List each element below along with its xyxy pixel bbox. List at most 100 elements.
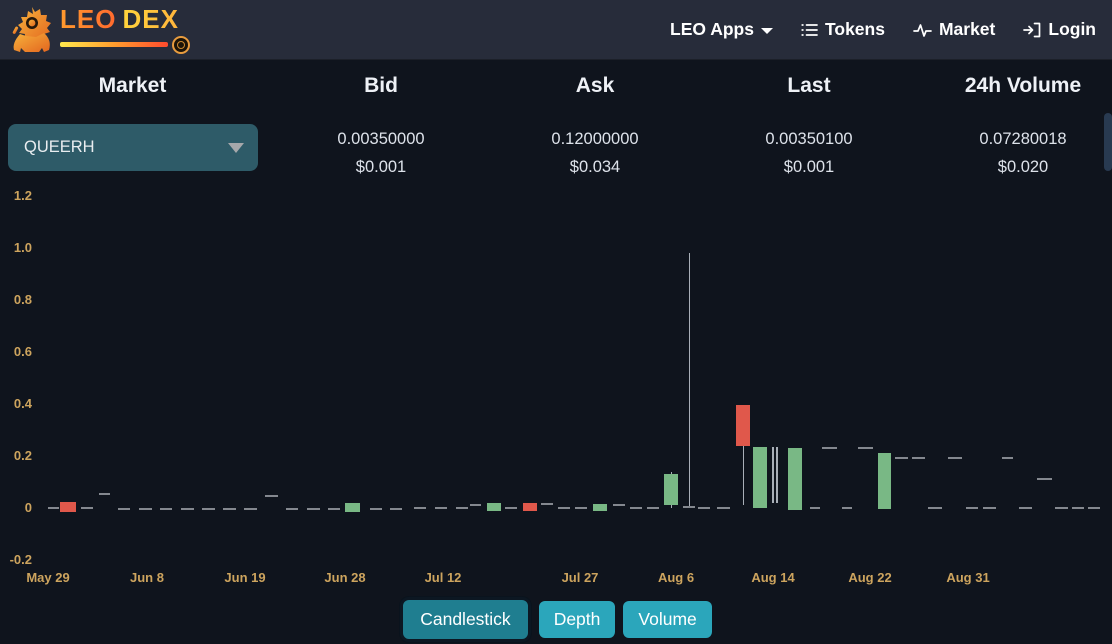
doji-candle: [928, 507, 942, 509]
depth-button[interactable]: Depth: [538, 601, 616, 638]
nav-tokens-label: Tokens: [824, 19, 885, 39]
leodex-app: LEO DEX LEO Apps Tokens Market Login Mar…: [0, 0, 1112, 644]
volume-button[interactable]: Volume: [623, 601, 712, 638]
bid-usd: $0.001: [355, 158, 407, 176]
leodex-lion-icon: [12, 6, 51, 52]
y-axis-tick-label: -0.2: [9, 552, 32, 567]
nav-login-link[interactable]: Login: [1023, 19, 1096, 40]
candle-wick: [776, 446, 778, 503]
doji-candle: [414, 507, 426, 509]
last-header: Last: [787, 74, 831, 97]
x-axis-tick-label: Aug 22: [848, 570, 892, 585]
doji-candle: [647, 507, 659, 509]
nav-market-link[interactable]: Market: [913, 19, 995, 40]
doji-candle: [810, 507, 820, 509]
leodex-wordmark: LEO DEX: [60, 6, 190, 54]
doji-candle: [1055, 507, 1068, 509]
x-axis-tick-label: May 29: [26, 570, 70, 585]
candle-wick: [688, 252, 690, 508]
doji-candle: [1072, 507, 1084, 509]
bearish-candle: [60, 502, 76, 512]
doji-candle: [1002, 457, 1013, 460]
y-axis-tick-label: 0.4: [13, 396, 32, 411]
x-axis-tick-label: Aug 6: [657, 570, 695, 585]
nav-leo-apps-dropdown[interactable]: LEO Apps: [670, 19, 773, 40]
candle-wick: [772, 446, 774, 503]
market-column: Market QUEERH: [0, 74, 265, 171]
doji-candle: [822, 446, 837, 449]
last-column: Last 0.00350100 $0.001: [702, 74, 916, 177]
doji-candle: [307, 508, 320, 511]
list-icon: [801, 23, 818, 36]
leodex-logo[interactable]: LEO DEX: [8, 6, 190, 54]
doji-candle: [575, 507, 587, 509]
y-axis-tick-label: 1.0: [13, 240, 32, 255]
doji-candle: [265, 495, 278, 498]
volume-usd: $0.020: [997, 158, 1049, 176]
volume-value: 0.07280018: [979, 130, 1067, 148]
market-pair-selected: QUEERH: [24, 138, 95, 156]
x-axis-tick-label: Jun 8: [130, 570, 164, 585]
doji-candle: [1019, 507, 1032, 509]
candle-wick: [742, 446, 744, 505]
volume-column: 24h Volume 0.07280018 $0.020: [916, 74, 1112, 177]
doji-candle: [370, 508, 382, 511]
volume-header: 24h Volume: [964, 74, 1082, 97]
doji-candle: [858, 446, 873, 449]
nav-leo-apps-label: LEO Apps: [670, 19, 754, 39]
ask-column: Ask 0.12000000 $0.034: [488, 74, 702, 177]
doji-candle: [99, 492, 110, 495]
y-axis-tick-label: 0: [24, 500, 32, 515]
scrollbar-thumb[interactable]: [1104, 113, 1112, 171]
x-axis-tick-label: Jun 19: [224, 570, 266, 585]
doji-candle: [202, 508, 215, 511]
doji-candle: [630, 507, 642, 509]
doji-candle: [983, 507, 996, 509]
doji-candle: [558, 507, 570, 509]
y-axis-tick-label: 0.6: [13, 344, 32, 359]
doji-candle: [842, 507, 852, 509]
doji-candle: [81, 507, 93, 509]
chart-mode-buttons: Candlestick Depth Volume: [0, 597, 1112, 642]
bid-value: 0.00350000: [337, 130, 425, 148]
bullish-candle: [753, 446, 767, 508]
bid-column: Bid 0.00350000 $0.001: [274, 74, 488, 177]
bullish-candle: [664, 473, 678, 505]
nav-items: LEO Apps Tokens Market Login: [670, 19, 1096, 40]
doji-candle: [470, 503, 481, 506]
nav-login-label: Login: [1048, 19, 1096, 39]
doji-candle: [1088, 507, 1100, 509]
doji-candle: [160, 508, 172, 511]
bullish-candle: [788, 447, 802, 511]
doji-candle: [223, 508, 236, 511]
x-axis-tick-label: Jun 28: [324, 570, 366, 585]
pulse-icon: [913, 23, 932, 37]
candlestick-button[interactable]: Candlestick: [400, 597, 531, 642]
doji-candle: [48, 507, 59, 509]
nav-market-label: Market: [938, 19, 996, 39]
market-pair-select[interactable]: QUEERH: [8, 124, 258, 171]
caret-down-icon: [760, 27, 773, 34]
doji-candle: [966, 507, 978, 509]
candlestick-chart-canvas[interactable]: 1.2 1.0 0.8 0.6 0.4 0.2 0 -0.2 May 29 Jun 8 Jun 19…: [0, 178, 1112, 598]
y-axis-tick-label: 1.2: [13, 188, 32, 203]
doji-candle: [541, 503, 553, 506]
doji-candle: [328, 508, 340, 511]
ask-value: 0.12000000: [551, 130, 639, 148]
doji-candle: [139, 508, 152, 511]
brand-dex-text: DEX: [122, 3, 179, 34]
doji-candle: [456, 507, 468, 509]
doji-candle: [1037, 477, 1052, 480]
x-axis-tick-label: Jul 12: [424, 570, 462, 585]
nav-tokens-link[interactable]: Tokens: [801, 19, 885, 40]
x-axis-tick-label: Jul 27: [561, 570, 599, 585]
brand-coin-icon: [172, 35, 190, 54]
doji-candle: [948, 457, 962, 460]
bullish-candle: [345, 503, 360, 512]
bid-header: Bid: [364, 74, 398, 97]
brand-leo-text: LEO: [60, 3, 117, 34]
y-axis-tick-label: 0.8: [13, 292, 32, 307]
doji-candle: [698, 507, 710, 509]
doji-candle: [613, 503, 625, 506]
ask-header: Ask: [575, 74, 615, 97]
